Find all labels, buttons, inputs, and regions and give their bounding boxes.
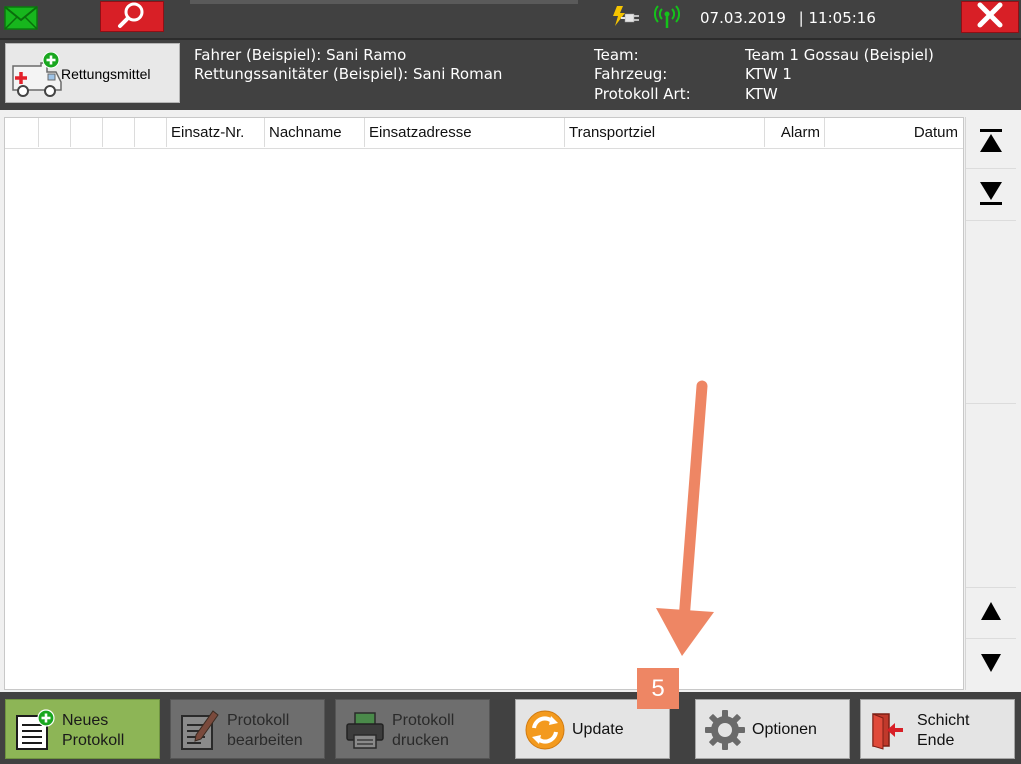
protokoll-art-label: Protokoll Art: [594,85,691,103]
refresh-icon [524,709,566,751]
column-header-einsatzadresse[interactable]: Einsatzadresse [365,118,565,147]
protokoll-drucken-label: Protokoll drucken [392,711,454,751]
rettungsmittel-button[interactable]: Rettungsmittel [5,43,180,103]
column-header-nachname[interactable]: Nachname [265,118,365,147]
date-time: 07.03.2019 | 11:05:16 [700,9,876,27]
protokoll-drucken-line1: Protokoll [392,712,455,729]
column-header-datum[interactable]: Datum [825,118,962,147]
protokoll-drucken-button[interactable]: Protokoll drucken [335,699,490,759]
sanitaeter-line: Rettungssanitäter (Beispiel): Sani Roman [194,65,502,83]
protokoll-bearbeiten-line1: Protokoll [227,712,290,729]
step-badge: 5 [637,668,679,709]
neues-protokoll-button[interactable]: Neues Protokoll [5,699,160,759]
optionen-label: Optionen [752,721,817,738]
table-header: Einsatz-Nr. Nachname Einsatzadresse Tran… [5,118,963,149]
printer-icon [344,709,386,751]
column-header-alarm[interactable]: Alarm [765,118,825,147]
schicht-ende-line1: Schicht [917,712,970,729]
exit-door-icon [869,709,911,751]
column-header-5[interactable] [135,118,167,147]
team-label: Team: [594,46,639,64]
fahrer-label: Fahrer (Beispiel): [194,46,322,64]
schicht-ende-button[interactable]: Schicht Ende [860,699,1015,759]
scroll-down-icon [980,653,1002,677]
gear-icon [704,709,746,751]
new-document-icon [14,709,56,751]
column-header-2[interactable] [39,118,71,147]
ambulance-add-icon [10,51,64,98]
search-button[interactable] [100,1,164,32]
protokoll-drucken-line2: drucken [392,732,449,749]
power-plug-icon [611,6,641,28]
column-header-einsatz-nr[interactable]: Einsatz-Nr. [167,118,265,147]
scroll-bottom-button[interactable] [966,169,1016,221]
column-header-3[interactable] [71,118,103,147]
scroll-top-icon [979,128,1003,158]
neues-protokoll-line1: Neues [62,712,109,729]
time-text: 11:05:16 [808,9,876,27]
protocol-table[interactable]: Einsatz-Nr. Nachname Einsatzadresse Tran… [4,117,964,690]
neues-protokoll-label: Neues Protokoll [62,711,124,751]
close-icon [976,2,1004,32]
fahrzeug-value: KTW 1 [745,65,792,83]
scroll-separator [966,403,1016,404]
schicht-ende-label: Schicht Ende [917,711,969,751]
annotation-arrow [640,380,720,660]
update-label: Update [572,721,624,738]
mail-icon[interactable] [4,6,38,30]
optionen-button[interactable]: Optionen [695,699,850,759]
neues-protokoll-line2: Protokoll [62,732,125,749]
protokoll-bearbeiten-button[interactable]: Protokoll bearbeiten [170,699,325,759]
fahrer-line: Fahrer (Beispiel): Sani Ramo [194,46,406,64]
column-header-4[interactable] [103,118,135,147]
time-separator: | [798,9,804,27]
schicht-ende-line2: Ende [917,732,955,749]
sanitaeter-label: Rettungssanitäter (Beispiel): [194,65,409,83]
team-value: Team 1 Gossau (Beispiel) [745,46,934,64]
top-tab-strip [190,0,578,4]
column-header-transportziel[interactable]: Transportziel [565,118,765,147]
column-header-1[interactable] [5,118,39,147]
date-text: 07.03.2019 [700,9,786,27]
scroll-up-button[interactable] [966,587,1016,639]
protokoll-bearbeiten-line2: bearbeiten [227,732,303,749]
scroll-column [965,117,1016,690]
close-button[interactable] [961,1,1019,33]
scroll-top-button[interactable] [966,117,1016,169]
fahrzeug-label: Fahrzeug: [594,65,668,83]
sanitaeter-value: Sani Roman [413,65,503,83]
signal-icon [654,5,680,29]
scroll-bottom-icon [979,180,1003,210]
protokoll-bearbeiten-label: Protokoll bearbeiten [227,711,303,751]
protokoll-art-value: KTW [745,85,778,103]
scroll-up-icon [980,601,1002,625]
search-icon [117,1,147,33]
edit-document-icon [179,709,221,751]
rettungsmittel-label: Rettungsmittel [61,66,151,82]
fahrer-value: Sani Ramo [326,46,407,64]
scroll-down-button[interactable] [966,639,1016,691]
